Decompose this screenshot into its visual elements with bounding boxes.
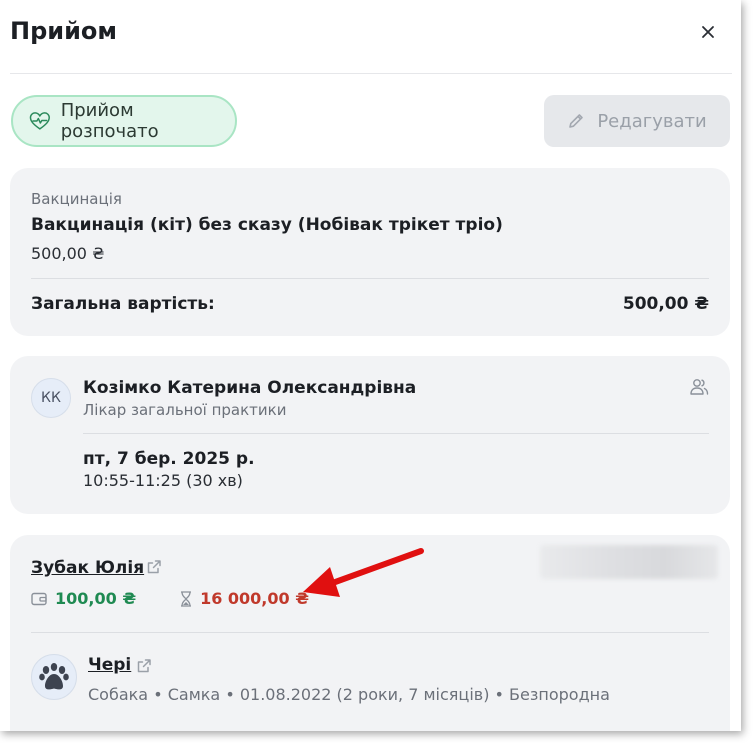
client-finance: 100,00 ₴ 16 000,00 ₴ (31, 589, 309, 608)
client-balance: 100,00 ₴ (55, 589, 137, 608)
service-category: Вакцинація (31, 190, 122, 208)
service-price: 500,00 ₴ (31, 244, 105, 263)
divider (31, 278, 709, 279)
edit-button[interactable]: Редагувати (544, 95, 730, 147)
wallet-icon (31, 592, 47, 605)
pet-avatar (31, 654, 77, 700)
pencil-icon (569, 114, 584, 128)
external-link-icon[interactable] (146, 559, 162, 575)
service-card: Вакцинація Вакцинація (кіт) без сказу (Н… (10, 168, 730, 336)
doctor-role: Лікар загальної практики (83, 401, 287, 419)
paw-icon (39, 663, 69, 690)
pet-name-link[interactable]: Чері (88, 655, 131, 675)
doctor-name: Козімко Катерина Олександрівна (83, 378, 417, 398)
pet-info: Собака • Самка • 01.08.2022 (2 роки, 7 м… (88, 685, 610, 704)
divider (83, 433, 709, 434)
client-card: Зубак Юлія 100,00 ₴ 16 000,00 ₴ Чері Соб… (10, 535, 730, 731)
edit-button-label: Редагувати (597, 110, 707, 132)
divider (31, 632, 709, 633)
appointment-date: пт, 7 бер. 2025 р. (83, 449, 255, 469)
total-value: 500,00 ₴ (622, 294, 709, 314)
service-name: Вакцинація (кіт) без сказу (Нобівак трік… (31, 215, 503, 235)
users-icon[interactable] (689, 378, 709, 396)
doctor-initials: КК (41, 390, 61, 406)
heartbeat-icon (29, 112, 50, 130)
dialog-header: Прийом (10, 0, 732, 74)
blurred-contact (540, 545, 718, 579)
client-debt: 16 000,00 ₴ (200, 589, 309, 608)
doctor-avatar: КК (31, 378, 71, 418)
appointment-status-badge[interactable]: Прийом розпочато (11, 95, 237, 147)
appointment-dialog: Прийом Прийом розпочато Редагувати Вакци… (0, 0, 741, 731)
status-label: Прийом розпочато (60, 100, 159, 142)
close-icon[interactable] (698, 22, 718, 42)
dialog-title: Прийом (10, 17, 118, 45)
doctor-card: КК Козімко Катерина Олександрівна Лікар … (10, 356, 730, 514)
appointment-time: 10:55-11:25 (30 хв) (83, 471, 243, 490)
total-label: Загальна вартість: (31, 294, 215, 314)
hourglass-icon (181, 590, 192, 607)
client-name-link[interactable]: Зубак Юлія (31, 558, 144, 578)
external-link-icon[interactable] (136, 658, 152, 674)
